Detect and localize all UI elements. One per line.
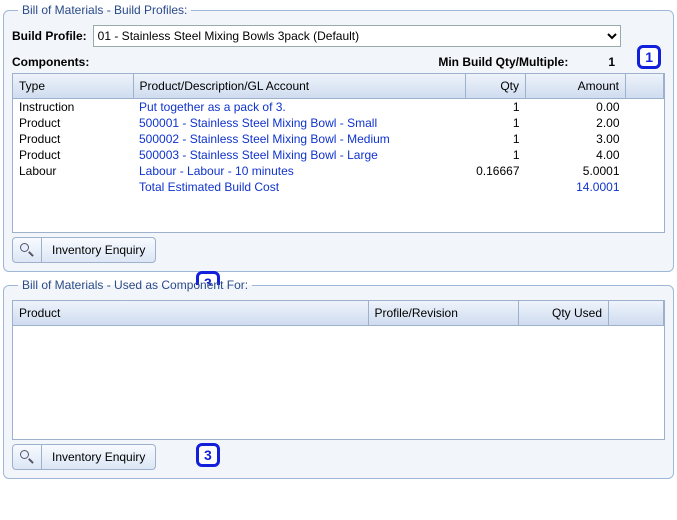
components-header-row: Type Product/Description/GL Account Qty … (13, 74, 664, 98)
used-for-table: Product Profile/Revision Qty Used (13, 301, 664, 326)
row-desc-link[interactable]: Put together as a pack of 3. (133, 98, 466, 115)
inventory-enquiry-button[interactable]: Inventory Enquiry (42, 237, 156, 263)
button-bar-top: Inventory Enquiry (12, 237, 665, 263)
inventory-enquiry-icon-button[interactable] (12, 444, 42, 470)
total-label: Total Estimated Build Cost (133, 179, 466, 195)
col-profile-revision[interactable]: Profile/Revision (368, 301, 519, 325)
row-desc-link[interactable]: Labour - Labour - 10 minutes (133, 163, 466, 179)
components-subheader: Components: Min Build Qty/Multiple: 1 (12, 55, 665, 69)
min-build-value: 1 (608, 55, 665, 69)
build-profile-select[interactable]: 01 - Stainless Steel Mixing Bowls 3pack … (93, 25, 621, 47)
table-row[interactable]: Product 500003 - Stainless Steel Mixing … (13, 147, 664, 163)
used-for-header-row: Product Profile/Revision Qty Used (13, 301, 664, 325)
table-row[interactable]: Labour Labour - Labour - 10 minutes 0.16… (13, 163, 664, 179)
col-amount[interactable]: Amount (526, 74, 626, 98)
used-for-group: Bill of Materials - Used as Component Fo… (3, 278, 674, 479)
col-qty-used[interactable]: Qty Used (519, 301, 609, 325)
total-value: 14.0001 (526, 179, 626, 195)
components-label: Components: (12, 55, 438, 69)
col-product[interactable]: Product (13, 301, 368, 325)
table-row[interactable]: Instruction Put together as a pack of 3.… (13, 98, 664, 115)
col-tail (626, 74, 664, 98)
table-total-row: Total Estimated Build Cost 14.0001 (13, 179, 664, 195)
build-profile-label: Build Profile: (12, 29, 87, 43)
components-table: Type Product/Description/GL Account Qty … (13, 74, 664, 195)
build-profiles-legend: Bill of Materials - Build Profiles: (18, 3, 191, 17)
row-desc-link[interactable]: 500003 - Stainless Steel Mixing Bowl - L… (133, 147, 466, 163)
table-row[interactable]: Product 500001 - Stainless Steel Mixing … (13, 115, 664, 131)
button-bar-bottom: Inventory Enquiry (12, 444, 665, 470)
col-tail2 (609, 301, 664, 325)
inventory-enquiry-button[interactable]: Inventory Enquiry (42, 444, 156, 470)
used-for-legend: Bill of Materials - Used as Component Fo… (18, 278, 252, 292)
col-desc[interactable]: Product/Description/GL Account (133, 74, 466, 98)
magnifier-icon (20, 450, 34, 464)
row-desc-link[interactable]: 500002 - Stainless Steel Mixing Bowl - M… (133, 131, 466, 147)
col-type[interactable]: Type (13, 74, 133, 98)
inventory-enquiry-icon-button[interactable] (12, 237, 42, 263)
magnifier-icon (20, 243, 34, 257)
build-profiles-group: Bill of Materials - Build Profiles: 1 2 … (3, 3, 674, 272)
min-build-label: Min Build Qty/Multiple: (438, 55, 568, 69)
row-desc-link[interactable]: 500001 - Stainless Steel Mixing Bowl - S… (133, 115, 466, 131)
used-for-table-wrap: Product Profile/Revision Qty Used (12, 300, 665, 440)
table-row[interactable]: Product 500002 - Stainless Steel Mixing … (13, 131, 664, 147)
profile-row: Build Profile: 01 - Stainless Steel Mixi… (12, 25, 665, 47)
col-qty[interactable]: Qty (466, 74, 526, 98)
components-table-wrap: Type Product/Description/GL Account Qty … (12, 73, 665, 233)
